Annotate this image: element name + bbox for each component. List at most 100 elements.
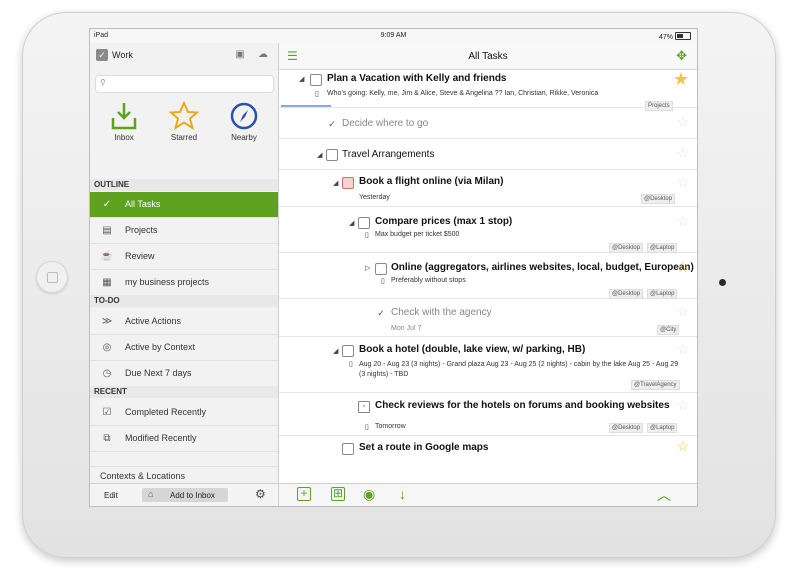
note-icon: ▯ [349, 361, 353, 368]
quick-nearby[interactable]: Nearby [218, 101, 270, 142]
task-row[interactable]: ◢ Compare prices (max 1 stop) ▯ Max budg… [279, 207, 697, 253]
sidebar-item-active-by-context[interactable]: ◎ Active by Context [90, 335, 278, 361]
quick-inbox[interactable]: Inbox [98, 101, 150, 142]
recent-header: RECENT [90, 386, 278, 398]
nearby-label: Nearby [231, 133, 257, 142]
task-row[interactable]: ✓ Decide where to go ☆ [279, 108, 697, 139]
due-date: Mon Jul 7 [391, 325, 422, 332]
double-chevron-down-icon: ≫ [101, 316, 113, 327]
battery-percent: 47% [658, 34, 673, 41]
sidebar-item-label: Active by Context [125, 342, 196, 352]
task-checkbox[interactable] [342, 345, 354, 357]
context-tag: @TravelAgency [631, 380, 680, 390]
home-button[interactable] [36, 261, 68, 293]
search-input[interactable]: ⚲ [95, 75, 274, 93]
star-icon[interactable]: ★ [673, 69, 689, 90]
clock-icon: ◷ [102, 368, 112, 379]
sidebar-item-projects[interactable]: ▤ Projects [90, 218, 278, 244]
cloud-sync-icon[interactable]: ☁ [256, 49, 270, 61]
task-title: Check reviews for the hotels on forums a… [375, 400, 670, 411]
star-icon[interactable]: ☆ [676, 145, 689, 162]
task-checkbox[interactable] [342, 443, 354, 455]
star-icon[interactable]: ☆ [676, 303, 689, 320]
context-tag: @Laptop [647, 243, 678, 253]
task-note: Aug 20 - Aug 23 (3 nights) - Grand plaza… [359, 361, 679, 378]
star-icon[interactable]: ☆ [676, 174, 689, 191]
task-row[interactable]: ▫ Check reviews for the hotels on forums… [279, 393, 697, 436]
eye-icon[interactable]: ◉ [363, 486, 375, 503]
task-checkbox-overdue[interactable] [342, 177, 354, 189]
screen: iPad 9:09 AM 47% ✓ Work ▣ ☁ ⚲ Inbox Star… [89, 28, 698, 507]
collapse-triangle-icon[interactable]: ◢ [333, 347, 338, 355]
quick-starred[interactable]: Starred [158, 101, 210, 142]
settings-gear-icon[interactable]: ⚙ [255, 487, 266, 501]
edit-button[interactable]: Edit [104, 491, 118, 500]
star-icon[interactable]: ☆ [676, 114, 689, 131]
task-row[interactable]: ◢ Plan a Vacation with Kelly and friends… [279, 69, 697, 111]
expand-triangle-icon[interactable]: ▷ [365, 264, 370, 272]
task-title: Compare prices (max 1 stop) [375, 216, 513, 227]
sidebar-item-label: my business projects [125, 277, 210, 287]
move-arrows-icon[interactable]: ✥ [676, 48, 687, 64]
task-checkbox[interactable] [326, 149, 338, 161]
calendar-icon[interactable]: ▣ [233, 49, 247, 61]
sidebar-item-due-next-7-days[interactable]: ◷ Due Next 7 days [90, 361, 278, 387]
outline-header: OUTLINE [90, 179, 278, 191]
sidebar-item-completed-recently[interactable]: ☑ Completed Recently [90, 400, 278, 426]
battery-status: 47% [659, 32, 691, 41]
due-date: Tomorrow [375, 423, 406, 430]
task-title: Set a route in Google maps [359, 442, 489, 453]
task-row[interactable]: ▷ Online (aggregators, airlines websites… [279, 253, 697, 299]
star-icon[interactable]: ☆ [676, 438, 689, 455]
task-row[interactable]: ◢ Book a hotel (double, lake view, w/ pa… [279, 337, 697, 393]
collapse-triangle-icon[interactable]: ◢ [349, 219, 354, 227]
page-title: All Tasks [468, 51, 508, 62]
context-tag: @Desktop [609, 289, 644, 299]
star-icon [169, 101, 199, 131]
checkmark-done-icon[interactable]: ✓ [375, 307, 387, 319]
add-subtask-icon[interactable]: ⊞ [331, 487, 345, 501]
context-tag: @Laptop [647, 423, 678, 433]
chevron-up-icon[interactable]: ︿ [657, 485, 671, 505]
checkmark-done-icon[interactable]: ✓ [326, 118, 338, 130]
sidebar-item-all-tasks[interactable]: ✓ All Tasks [90, 192, 278, 218]
task-row[interactable]: Set a route in Google maps ☆ [279, 436, 697, 483]
sidebar-item-modified-recently[interactable]: ⧉ Modified Recently [90, 426, 278, 452]
filter-icon: ▦ [102, 277, 112, 288]
workspace-title[interactable]: Work [112, 50, 133, 60]
review-icon: ☕ [100, 251, 114, 262]
star-icon[interactable]: ☆ [676, 213, 689, 230]
collapse-triangle-icon[interactable]: ◢ [299, 75, 304, 83]
context-tag: @Laptop [647, 289, 678, 299]
bottom-toolbar: + ⊞ ◉ ↓ ︿ [279, 483, 697, 506]
star-icon[interactable]: ☆ [676, 341, 689, 358]
collapse-triangle-icon[interactable]: ◢ [317, 151, 322, 159]
task-list-panel: ☰ All Tasks ✥ ◢ Plan a Vacation with Kel… [279, 43, 697, 506]
task-note: Who's going: Kelly, me, Jim & Alice, Ste… [327, 90, 599, 97]
task-row[interactable]: ✓ Check with the agency Mon Jul 7 @City … [279, 299, 697, 337]
sidebar-item-review[interactable]: ☕ Review [90, 244, 278, 270]
task-checkbox[interactable] [375, 263, 387, 275]
collapse-triangle-icon[interactable]: ◢ [333, 179, 338, 187]
task-checkbox[interactable] [358, 217, 370, 229]
sidebar-item-my-business-projects[interactable]: ▦ my business projects [90, 270, 278, 296]
task-note: Max budget per ticket $500 [375, 231, 460, 238]
sidebar-footer: Edit ⌂ Add to Inbox ⚙ [90, 483, 278, 506]
star-icon[interactable]: ☆ [676, 397, 689, 414]
search-icon: ⚲ [100, 78, 106, 87]
star-icon[interactable]: ☆ [676, 259, 689, 276]
sidebar-item-label: Review [125, 251, 155, 261]
projects-icon: ▤ [102, 225, 112, 236]
sidebar-item-label: All Tasks [125, 199, 161, 209]
sidebar-item-active-actions[interactable]: ≫ Active Actions [90, 309, 278, 335]
task-title: Travel Arrangements [342, 149, 435, 160]
add-to-inbox-button[interactable]: ⌂ Add to Inbox [142, 488, 228, 502]
task-checkbox[interactable] [310, 74, 322, 86]
context-tag: @Desktop [609, 243, 644, 253]
task-row[interactable]: ◢ Travel Arrangements ☆ [279, 139, 697, 170]
task-row[interactable]: ◢ Book a flight online (via Milan) Yeste… [279, 170, 697, 207]
calendar-task-icon[interactable]: ▫ [358, 401, 370, 413]
copy-icon: ⧉ [103, 433, 111, 444]
add-task-icon[interactable]: + [297, 487, 311, 501]
arrow-down-icon[interactable]: ↓ [399, 486, 406, 502]
